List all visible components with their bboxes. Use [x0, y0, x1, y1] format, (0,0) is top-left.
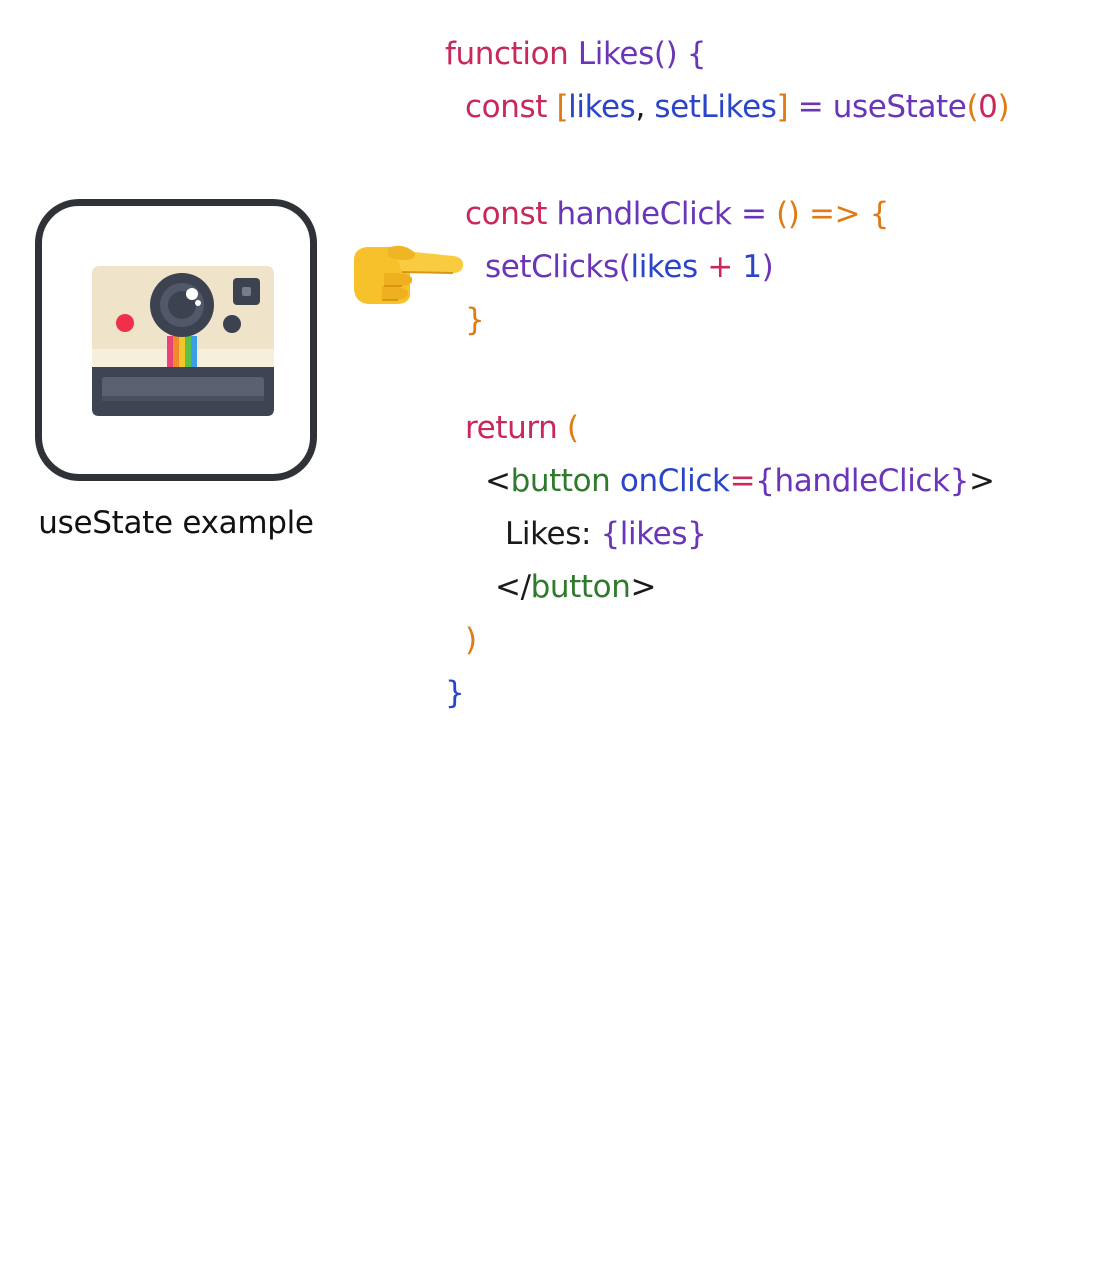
code-line-3: const handleClick = () => {: [465, 188, 889, 240]
equals-sign: =: [741, 196, 767, 232]
open-paren: (: [566, 410, 579, 446]
likes-variable: likes: [630, 249, 699, 285]
open-paren: (: [966, 89, 979, 125]
number-one: 1: [742, 249, 762, 285]
initial-value: 0: [978, 89, 998, 125]
camera-app-icon: [35, 199, 317, 481]
jsx-closing-open-angle: </: [495, 569, 531, 605]
jsx-tag-button: button: [530, 569, 631, 605]
function-open-brace: {: [686, 36, 707, 72]
open-brace: {: [600, 516, 620, 552]
code-line-6: return (: [465, 402, 579, 454]
handler-name: handleClick: [556, 196, 732, 232]
function-parens: (): [653, 36, 678, 72]
close-paren: ): [761, 249, 774, 285]
jsx-attr-onclick: onClick: [619, 463, 730, 499]
keyword-function: function: [445, 36, 569, 72]
jsx-tag-button: button: [510, 463, 611, 499]
jsx-close-angle: >: [968, 463, 995, 499]
close-brace: }: [949, 463, 970, 499]
keyword-const: const: [465, 89, 547, 125]
icon-caption: useState example: [38, 505, 314, 541]
jsx-close-angle: >: [630, 569, 657, 605]
jsx-text: Likes:: [505, 516, 591, 552]
code-block: function Likes() { const [likes, setLike…: [445, 28, 1010, 1288]
likes-expression: likes: [619, 516, 688, 552]
open-paren: (: [618, 249, 631, 285]
keyword-const: const: [465, 196, 547, 232]
setter-call: setClicks: [485, 249, 619, 285]
code-line-11: }: [445, 667, 465, 719]
arrow-parens: (): [776, 196, 800, 232]
open-brace: {: [869, 196, 890, 232]
code-line-2: const [likes, setLikes] = useState(0): [465, 81, 1010, 133]
code-line-4: setClicks(likes + 1): [485, 241, 774, 293]
handler-reference: handleClick: [774, 463, 951, 499]
close-brace: }: [687, 516, 707, 552]
open-bracket: [: [556, 89, 569, 125]
equals-sign: =: [797, 89, 824, 125]
arrow: =>: [808, 196, 861, 232]
plus-operator: +: [707, 249, 733, 285]
close-brace: }: [465, 302, 485, 338]
comma: ,: [635, 89, 645, 125]
state-setter: setLikes: [654, 89, 777, 125]
instant-camera-icon: [92, 266, 274, 416]
close-paren: ): [465, 622, 477, 658]
equals-sign: =: [729, 463, 756, 499]
code-line-5: }: [465, 294, 485, 346]
function-name: Likes: [577, 36, 654, 72]
open-brace: {: [755, 463, 775, 499]
jsx-open-angle: <: [485, 463, 511, 499]
keyword-return: return: [465, 410, 558, 446]
code-line-7: <button onClick={handleClick}>: [485, 455, 995, 507]
close-paren: ): [997, 89, 1010, 125]
code-line-10: ): [465, 614, 477, 666]
state-variable: likes: [568, 89, 636, 125]
code-line-1: function Likes() {: [445, 28, 706, 80]
usestate-call: useState: [832, 89, 967, 125]
close-bracket: ]: [776, 89, 789, 125]
code-line-9: </button>: [495, 561, 656, 613]
code-line-8: Likes: {likes}: [505, 508, 707, 560]
function-close-brace: }: [445, 675, 465, 711]
